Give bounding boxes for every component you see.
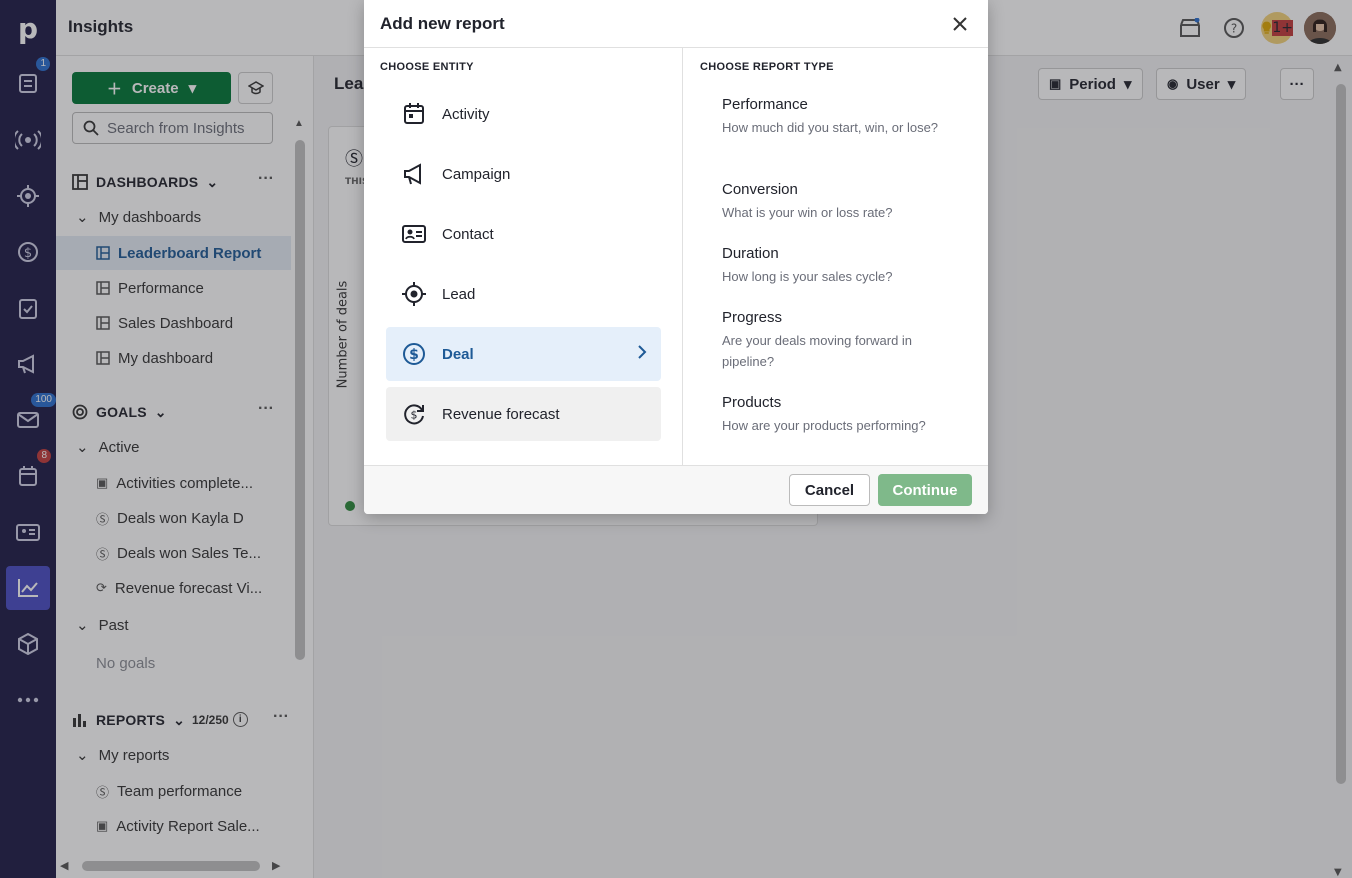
entity-label: Lead (442, 285, 476, 303)
report-type-name: Products (722, 394, 782, 411)
report-type-performance[interactable]: Performance How much did you start, win,… (722, 96, 942, 138)
entity-label: Activity (442, 105, 490, 123)
cancel-button[interactable]: Cancel (789, 474, 870, 506)
report-type-conversion[interactable]: Conversion What is your win or loss rate… (722, 181, 942, 223)
report-type-name: Progress (722, 309, 783, 326)
entity-lead[interactable]: Lead (386, 267, 661, 321)
continue-button[interactable]: Continue (878, 474, 972, 506)
report-type-desc: What is your win or loss rate? (722, 205, 893, 220)
report-type-products[interactable]: Products How are your products performin… (722, 394, 962, 436)
report-type-name: Duration (722, 245, 779, 262)
entity-label: Revenue forecast (442, 405, 560, 423)
entity-column-label: CHOOSE ENTITY (380, 61, 474, 73)
report-type-name: Conversion (722, 181, 798, 198)
megaphone-icon (404, 163, 421, 185)
contact-card-icon (402, 225, 426, 243)
revenue-forecast-icon: $ (404, 404, 424, 425)
report-type-column: CHOOSE REPORT TYPE Performance How much … (684, 48, 988, 465)
report-type-desc: Are your deals moving forward in pipelin… (722, 333, 913, 369)
report-type-progress[interactable]: Progress Are your deals moving forward i… (722, 309, 942, 372)
modal-title: Add new report (380, 14, 505, 33)
deal-dollar-icon: $ (403, 343, 425, 365)
report-type-desc: How are your products performing? (722, 418, 926, 433)
entity-label: Campaign (442, 165, 511, 183)
report-type-name: Performance (722, 96, 808, 113)
svg-text:$: $ (411, 409, 418, 422)
entity-contact[interactable]: Contact (386, 207, 661, 261)
svg-text:$: $ (409, 347, 419, 363)
modal-header: Add new report (364, 0, 988, 48)
close-icon[interactable] (948, 12, 972, 36)
entity-campaign[interactable]: Campaign (386, 147, 661, 201)
entity-activity[interactable]: Activity (386, 87, 661, 141)
report-type-desc: How long is your sales cycle? (722, 269, 893, 284)
modal-footer: Cancel Continue (364, 465, 988, 514)
report-type-column-label: CHOOSE REPORT TYPE (700, 61, 834, 73)
report-type-duration[interactable]: Duration How long is your sales cycle? (722, 245, 942, 287)
entity-label: Contact (442, 225, 494, 243)
entity-revenue-forecast[interactable]: $ Revenue forecast (386, 387, 661, 441)
lead-target-icon (402, 282, 426, 306)
calendar-icon (404, 103, 424, 124)
entity-label: Deal (442, 345, 474, 363)
chevron-right-icon (638, 345, 647, 359)
entity-deal[interactable]: $ Deal (386, 327, 661, 381)
entity-column: CHOOSE ENTITY Activity Campaign Contact … (364, 48, 683, 465)
add-report-modal: Add new report CHOOSE ENTITY Activity Ca… (364, 0, 988, 514)
report-type-desc: How much did you start, win, or lose? (722, 120, 939, 135)
